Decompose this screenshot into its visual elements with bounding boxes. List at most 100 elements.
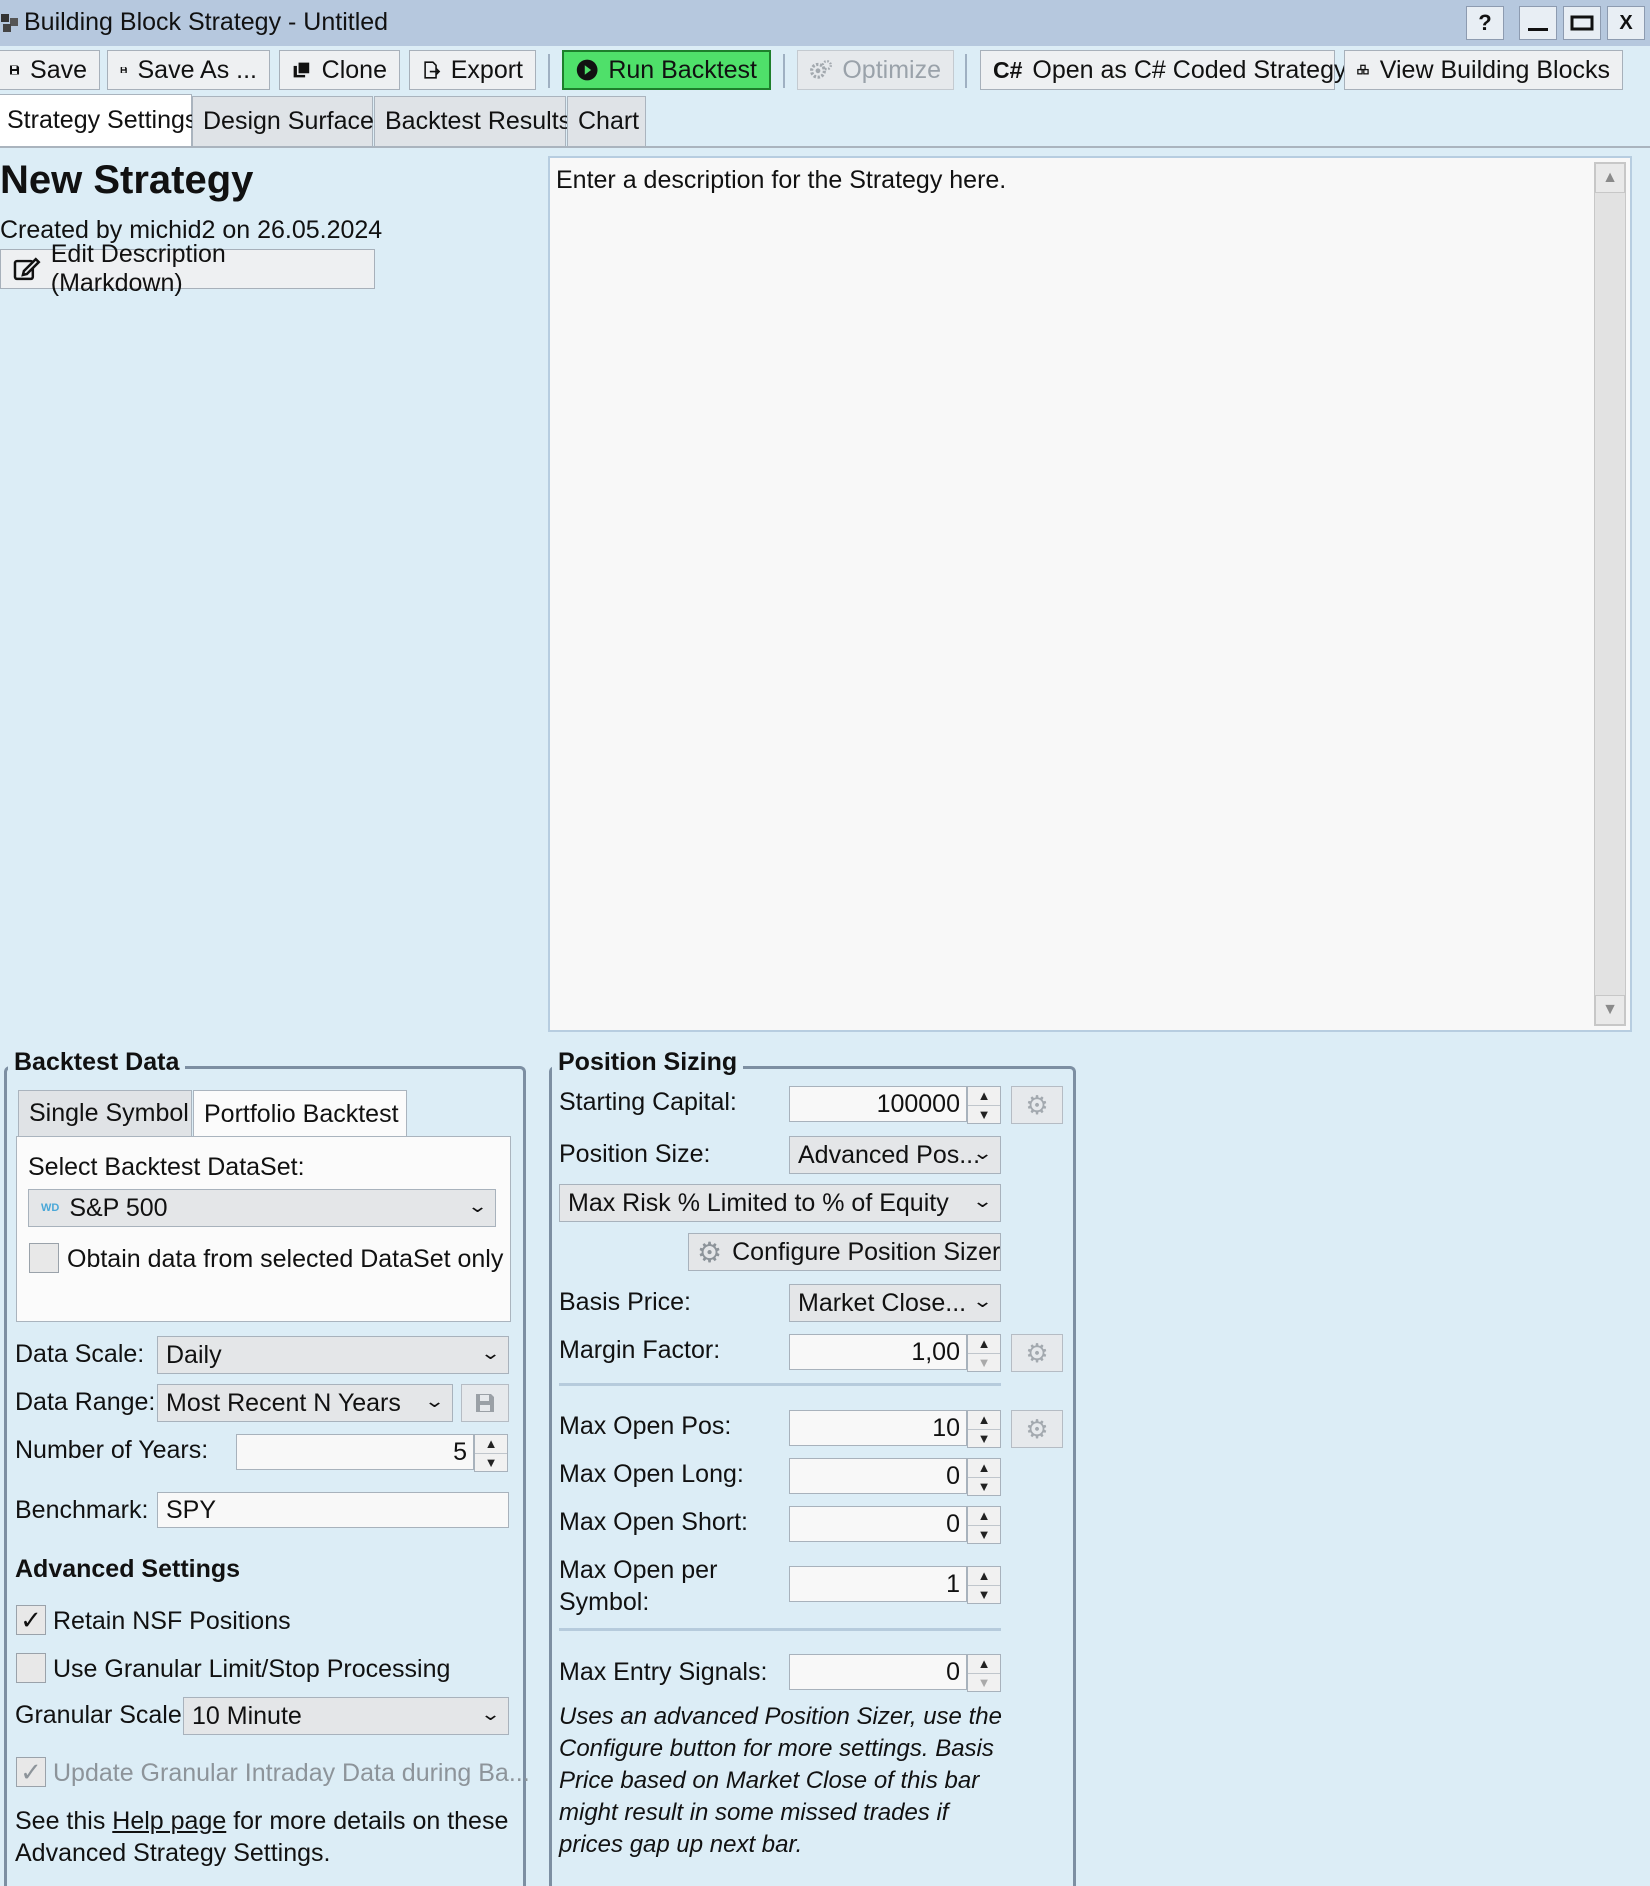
max-entry-signals-input[interactable]: 0: [789, 1654, 967, 1690]
edit-icon: [13, 257, 41, 281]
export-button[interactable]: Export: [409, 50, 536, 90]
description-text: Enter a description for the Strategy her…: [556, 166, 1007, 194]
description-scrollbar[interactable]: ▲ ▼: [1594, 162, 1626, 1026]
margin-factor-label: Margin Factor:: [559, 1336, 721, 1364]
spin-up-icon[interactable]: ▲: [968, 1459, 1000, 1478]
granular-scale-select[interactable]: 10 Minute ⌄: [183, 1697, 509, 1735]
granular-processing-checkbox[interactable]: [16, 1653, 46, 1683]
max-open-pos-input[interactable]: 10: [789, 1410, 967, 1446]
number-of-years-stepper[interactable]: ▲ ▼: [474, 1434, 508, 1472]
margin-factor-input[interactable]: 1,00: [789, 1334, 967, 1370]
max-open-short-label: Max Open Short:: [559, 1508, 748, 1536]
gear-icon: ⚙: [1025, 1413, 1049, 1444]
spin-up-icon[interactable]: ▲: [968, 1507, 1000, 1526]
scroll-down-icon[interactable]: ▼: [1595, 995, 1625, 1025]
retain-nsf-label: Retain NSF Positions: [53, 1607, 291, 1635]
max-open-short-stepper[interactable]: ▲ ▼: [967, 1506, 1001, 1544]
maximize-button[interactable]: [1563, 6, 1601, 40]
position-sizing-legend: Position Sizing: [552, 1048, 744, 1077]
tab-chart[interactable]: Chart: [567, 96, 646, 146]
chevron-down-icon: ⌄: [971, 1191, 994, 1211]
tab-single-symbol[interactable]: Single Symbol: [18, 1090, 192, 1136]
configure-position-sizer-button[interactable]: ⚙ Configure Position Sizer: [688, 1233, 1001, 1271]
margin-factor-stepper[interactable]: ▲ ▼: [967, 1334, 1001, 1372]
building-blocks-icon: [1357, 64, 1369, 75]
position-sizer-note: Uses an advanced Position Sizer, use the…: [559, 1703, 1002, 1858]
spin-down-icon[interactable]: ▼: [968, 1586, 1000, 1604]
optimize-button[interactable]: Optimize: [797, 50, 954, 90]
gear-icon: ⚙: [1025, 1089, 1049, 1120]
spin-down-icon[interactable]: ▼: [968, 1478, 1000, 1496]
benchmark-label: Benchmark:: [15, 1496, 149, 1524]
run-backtest-button[interactable]: Run Backtest: [562, 50, 771, 90]
chevron-down-icon: ⌄: [466, 1196, 489, 1216]
spin-up-icon[interactable]: ▲: [968, 1335, 1000, 1354]
scroll-up-icon[interactable]: ▲: [1595, 163, 1625, 193]
spin-up-icon[interactable]: ▲: [968, 1411, 1000, 1430]
csharp-icon: C#: [993, 56, 1023, 83]
margin-factor-gear-button[interactable]: ⚙: [1011, 1334, 1063, 1372]
spin-down-icon[interactable]: ▼: [968, 1674, 1000, 1692]
close-button[interactable]: X: [1607, 6, 1645, 40]
position-size-label: Position Size:: [559, 1140, 711, 1168]
max-open-short-input[interactable]: 0: [789, 1506, 967, 1542]
spin-down-icon[interactable]: ▼: [475, 1454, 507, 1472]
spin-up-icon[interactable]: ▲: [968, 1087, 1000, 1106]
max-open-pos-gear-button[interactable]: ⚙: [1011, 1410, 1063, 1448]
chevron-down-icon: ⌄: [479, 1704, 502, 1724]
save-range-button[interactable]: [461, 1384, 509, 1422]
save-button[interactable]: Save: [0, 50, 100, 90]
position-size-select[interactable]: Advanced Pos... ⌄: [789, 1136, 1001, 1174]
number-of-years-input[interactable]: 5: [236, 1434, 474, 1470]
data-scale-select[interactable]: Daily ⌄: [157, 1336, 509, 1374]
obtain-only-checkbox[interactable]: [29, 1243, 59, 1273]
spin-down-icon[interactable]: ▼: [968, 1354, 1000, 1372]
window-title: Building Block Strategy - Untitled: [24, 8, 389, 36]
max-open-long-stepper[interactable]: ▲ ▼: [967, 1458, 1001, 1496]
gear-icon: ⚙: [1025, 1337, 1049, 1368]
data-range-select[interactable]: Most Recent N Years ⌄: [157, 1384, 453, 1422]
description-textarea[interactable]: Enter a description for the Strategy her…: [548, 156, 1632, 1032]
minimize-button[interactable]: [1519, 6, 1557, 40]
max-entry-signals-stepper[interactable]: ▲ ▼: [967, 1654, 1001, 1692]
tab-strategy-settings[interactable]: Strategy Settings: [0, 94, 197, 146]
toolbar-separator: [783, 54, 785, 88]
dataset-select[interactable]: WD S&P 500 ⌄: [28, 1189, 496, 1227]
obtain-only-label: Obtain data from selected DataSet only: [67, 1245, 504, 1273]
tab-design-surface[interactable]: Design Surface: [192, 96, 374, 146]
spin-down-icon[interactable]: ▼: [968, 1430, 1000, 1448]
spin-down-icon[interactable]: ▼: [968, 1106, 1000, 1124]
max-open-long-input[interactable]: 0: [789, 1458, 967, 1494]
starting-capital-input[interactable]: 100000: [789, 1086, 967, 1122]
retain-nsf-checkbox[interactable]: ✓: [16, 1605, 46, 1635]
tab-backtest-results[interactable]: Backtest Results: [374, 96, 571, 146]
save-as-button[interactable]: Save As ...: [107, 50, 270, 90]
spin-down-icon[interactable]: ▼: [968, 1526, 1000, 1544]
gear-icon: ⚙: [697, 1236, 723, 1268]
basis-price-label: Basis Price:: [559, 1288, 691, 1316]
clone-button[interactable]: Clone: [279, 50, 400, 90]
starting-capital-stepper[interactable]: ▲ ▼: [967, 1086, 1001, 1124]
update-granular-checkbox[interactable]: ✓: [16, 1757, 46, 1787]
starting-capital-gear-button[interactable]: ⚙: [1011, 1086, 1063, 1124]
chevron-down-icon: ⌄: [971, 1291, 994, 1311]
help-page-link[interactable]: Help page: [112, 1807, 226, 1835]
edit-description-button[interactable]: Edit Description (Markdown): [0, 240, 375, 297]
spin-up-icon[interactable]: ▲: [475, 1435, 507, 1454]
play-circle-icon: [576, 59, 598, 81]
benchmark-input[interactable]: SPY: [157, 1492, 509, 1528]
position-sizer-select[interactable]: Max Risk % Limited to % of Equity ⌄: [559, 1184, 1001, 1222]
open-csharp-button[interactable]: C# Open as C# Coded Strategy: [980, 50, 1346, 90]
basis-price-select[interactable]: Market Close... ⌄: [789, 1284, 1001, 1322]
view-building-blocks-button[interactable]: View Building Blocks: [1344, 50, 1623, 90]
spin-up-icon[interactable]: ▲: [968, 1655, 1000, 1674]
help-button[interactable]: ?: [1466, 6, 1504, 40]
strategy-title: New Strategy: [0, 158, 254, 202]
tab-portfolio-backtest[interactable]: Portfolio Backtest: [193, 1090, 407, 1138]
spin-up-icon[interactable]: ▲: [968, 1567, 1000, 1586]
max-open-pos-stepper[interactable]: ▲ ▼: [967, 1410, 1001, 1448]
save-icon: [120, 66, 127, 74]
max-open-per-symbol-stepper[interactable]: ▲ ▼: [967, 1566, 1001, 1604]
clone-icon: [293, 60, 311, 78]
max-open-per-symbol-input[interactable]: 1: [789, 1566, 967, 1602]
